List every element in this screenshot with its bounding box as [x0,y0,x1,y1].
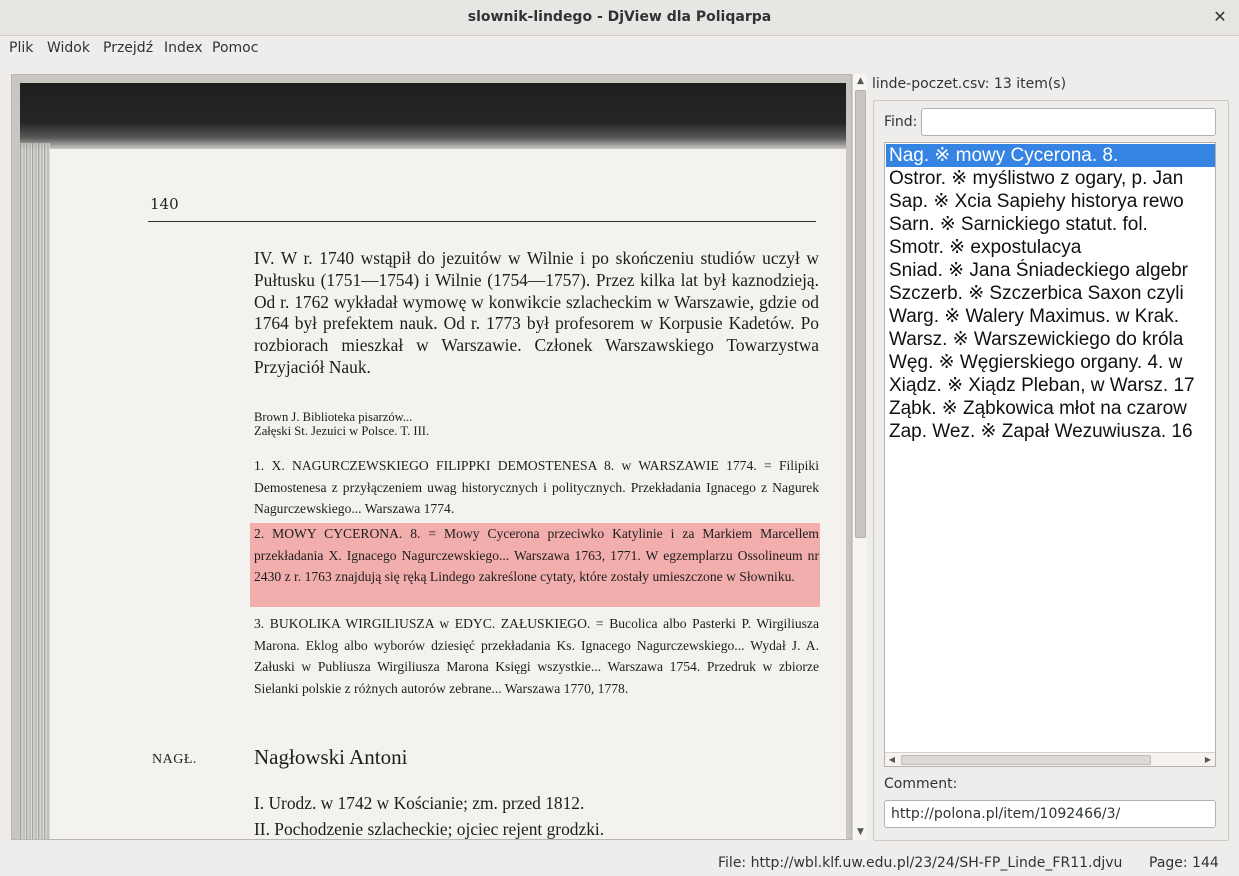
list-item[interactable]: Nag. ※ mowy Cycerona. 8. [886,144,1215,167]
scanned-page: 140 IV. W r. 1740 wstąpił do jezuitów w … [20,83,846,839]
list-hscrollbar[interactable]: ◀ ▶ [885,752,1215,766]
hscroll-thumb[interactable] [901,755,1151,765]
comment-field[interactable]: http://polona.pl/item/1092466/3/ [884,800,1216,828]
list-item[interactable]: Ostror. ※ myślistwo z ogary, p. Jan [886,167,1215,190]
page-binding [20,143,50,839]
document-view[interactable]: 140 IV. W r. 1740 wstąpił do jezuitów w … [11,74,852,840]
author-heading: Nagłowski Antoni [254,745,408,769]
comment-label: Comment: [884,776,958,792]
entry-3: 3. BUKOLIKA WIRGILIUSZA w EDYC. ZAŁUSKIE… [254,616,819,696]
menu-plik[interactable]: Plik [9,40,33,56]
list-item[interactable]: Szczerb. ※ Szczerbica Saxon czyli [886,282,1215,305]
scroll-up-icon[interactable]: ▲ [853,74,868,88]
author-details: I. Urodz. w 1742 w Kościanie; zm. przed … [254,790,819,839]
status-file: File: http://wbl.klf.uw.edu.pl/23/24/SH-… [718,855,1123,871]
list-item[interactable]: Warsz. ※ Warszewickiego do króla [886,328,1215,351]
window-title: slownik-lindego - DjView dla Poliqarpa [467,9,772,25]
list-item[interactable]: Smotr. ※ expostulacya [886,236,1215,259]
menu-pomoc[interactable]: Pomoc [212,40,258,56]
scroll-right-icon[interactable]: ▶ [1201,753,1215,766]
scan-shadow [20,83,846,149]
list-item[interactable]: Sap. ※ Xcia Sapiehy historya rewo [886,190,1215,213]
header-rule [148,221,816,222]
sigla: NAGŁ. [152,752,197,767]
bibliography: Brown J. Biblioteka pisarzów... Załęski … [254,410,819,438]
menu-index[interactable]: Index [164,40,203,56]
page-number: 140 [150,195,179,213]
close-icon[interactable]: ✕ [1211,8,1229,26]
find-input[interactable] [921,108,1216,136]
biblio-line: Brown J. Biblioteka pisarzów... [254,410,413,424]
detail-line: II. Pochodzenie szlacheckie; ojciec reje… [254,819,605,839]
scrollbar-thumb[interactable] [855,90,866,538]
document-scrollbar[interactable]: ▲ ▼ [852,74,867,840]
status-bar: File: http://wbl.klf.uw.edu.pl/23/24/SH-… [0,852,1239,876]
find-label: Find: [884,114,918,130]
list-item[interactable]: Xiądz. ※ Xiądz Pleban, w Warsz. 17 [886,374,1215,397]
menu-przejdz[interactable]: Przejdź [103,40,153,56]
paragraph-biography: IV. W r. 1740 wstąpił do jezuitów w Wiln… [254,248,819,377]
list-item[interactable]: Zap. Wez. ※ Zapał Wezuwiusza. 16 [886,420,1215,443]
item-list[interactable]: Nag. ※ mowy Cycerona. 8. Ostror. ※ myślis… [884,142,1216,767]
entry-1: 1. X. NAGURCZEWSKIEGO FILIPPKI DEMOSTENE… [254,458,819,517]
status-page: Page: 144 [1149,855,1219,871]
list-item[interactable]: Sarn. ※ Sarnickiego statut. fol. [886,213,1215,236]
scroll-left-icon[interactable]: ◀ [885,753,899,766]
biblio-line: Załęski St. Jezuici w Polsce. T. III. [254,424,430,438]
panel-title: linde-poczet.csv: 13 item(s) [872,76,1067,92]
entry-2: 2. MOWY CYCERONA. 8. = Mowy Cycerona prz… [254,526,819,585]
scroll-down-icon[interactable]: ▼ [853,825,868,839]
menu-bar: Plik Widok Przejdź Index Pomoc [0,37,1239,62]
list-item[interactable]: Węg. ※ Węgierskiego organy. 4. w [886,351,1215,374]
list-item[interactable]: Ząbk. ※ Ząbkowica młot na czarow [886,397,1215,420]
detail-line: I. Urodz. w 1742 w Kościanie; zm. przed … [254,793,585,813]
menu-widok[interactable]: Widok [47,40,90,56]
title-bar: slownik-lindego - DjView dla Poliqarpa ✕ [0,0,1239,36]
list-item[interactable]: Warg. ※ Walery Maximus. w Krak. [886,305,1215,328]
list-item[interactable]: Sniad. ※ Jana Śniadeckiego algebr [886,259,1215,282]
